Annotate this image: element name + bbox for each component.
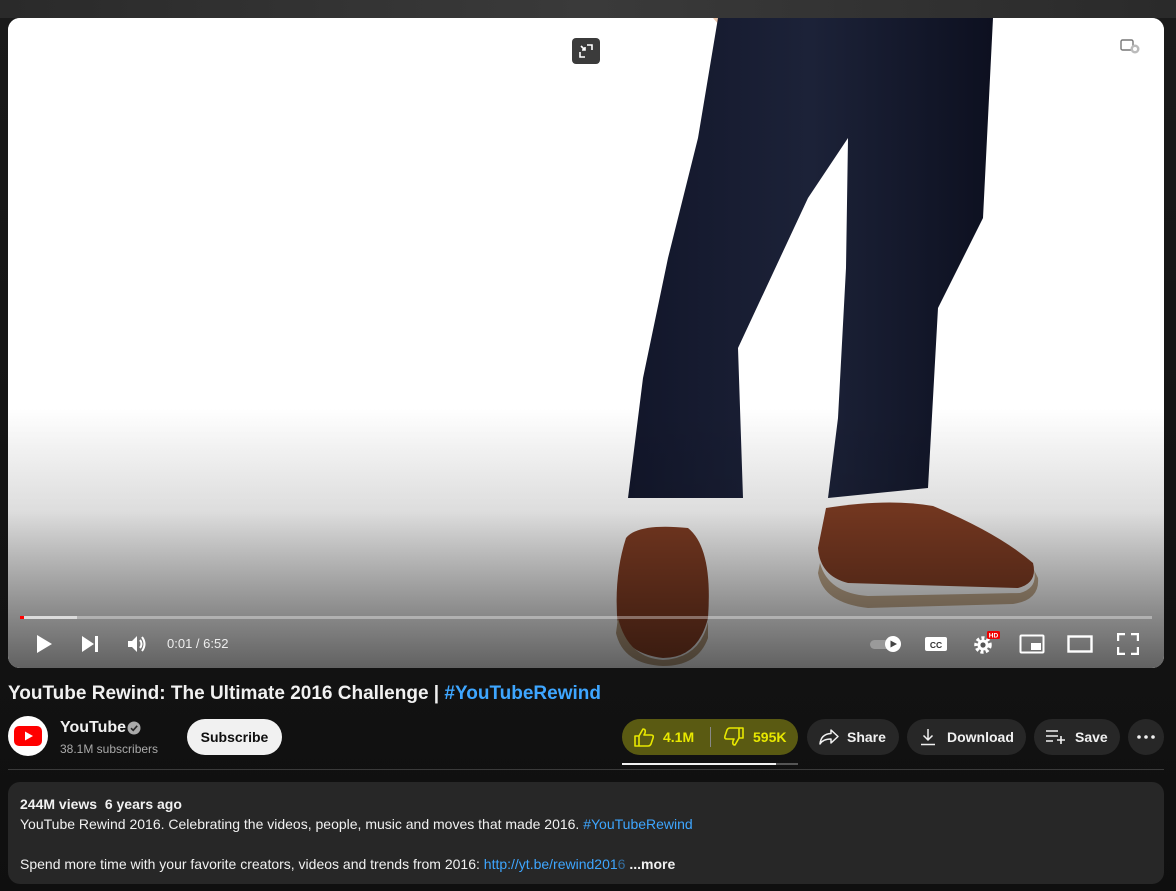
settings-icon: HD: [974, 631, 1000, 654]
hd-badge: HD: [989, 633, 999, 640]
play-button[interactable]: [28, 628, 60, 660]
fullscreen-button[interactable]: [1113, 628, 1143, 660]
verified-badge-icon: [127, 721, 141, 735]
theater-button[interactable]: [1064, 628, 1096, 660]
view-count: 244M views: [20, 796, 98, 812]
video-title-text: YouTube Rewind: The Ultimate 2016 Challe…: [8, 683, 445, 704]
time-separator: /: [192, 636, 204, 651]
captions-icon: CC: [925, 637, 947, 651]
description-url-fade: 6: [617, 856, 626, 872]
share-icon: [819, 729, 839, 745]
section-divider: [8, 769, 1164, 770]
theater-icon: [1067, 635, 1093, 653]
share-button[interactable]: Share: [807, 719, 899, 755]
channel-avatar[interactable]: [8, 716, 48, 756]
save-label: Save: [1075, 729, 1108, 745]
upload-age: 6 years ago: [104, 796, 182, 812]
thumbs-up-icon: [634, 728, 655, 747]
like-dislike-group: 4.1M 595K: [622, 719, 798, 755]
show-more-link[interactable]: ...more: [625, 856, 675, 872]
next-button[interactable]: [76, 628, 104, 660]
current-time: 0:01: [167, 636, 193, 651]
time-display: 0:01 / 6:52: [167, 636, 228, 651]
more-horizontal-icon: [1137, 735, 1155, 739]
video-title: YouTube Rewind: The Ultimate 2016 Challe…: [8, 683, 601, 705]
description-text-2: Spend more time with your favorite creat…: [20, 856, 484, 872]
progress-buffered: [20, 616, 77, 619]
channel-name[interactable]: YouTube: [60, 719, 126, 737]
next-icon: [82, 636, 98, 652]
miniplayer-button[interactable]: [1017, 628, 1047, 660]
dislike-button[interactable]: 595K: [711, 719, 798, 755]
settings-button[interactable]: HD: [970, 628, 1000, 660]
like-count: 4.1M: [663, 729, 695, 745]
youtube-logo-icon: [14, 726, 42, 746]
description-url-link[interactable]: http://yt.be/rewind201: [484, 856, 618, 872]
more-actions-button[interactable]: [1128, 719, 1164, 755]
miniplayer-icon: [1019, 634, 1045, 654]
description-line-1: YouTube Rewind 2016. Celebrating the vid…: [20, 816, 693, 832]
playlist-add-icon: [1046, 730, 1065, 744]
browser-top-band: [0, 0, 1176, 18]
volume-button[interactable]: [122, 628, 152, 660]
subscribe-button[interactable]: Subscribe: [187, 719, 282, 755]
player-controls: 0:01 / 6:52 CC HD: [8, 622, 1164, 666]
description-hashtag-link[interactable]: #YouTubeRewind: [583, 816, 693, 832]
download-label: Download: [947, 729, 1014, 745]
duration: 6:52: [203, 636, 229, 651]
description-box[interactable]: 244M views 6 years ago YouTube Rewind 20…: [8, 782, 1164, 884]
like-ratio-bar: [622, 763, 798, 765]
thumbs-down-icon: [723, 727, 744, 746]
captions-label: CC: [930, 640, 942, 650]
download-icon: [921, 729, 935, 746]
captions-button[interactable]: CC: [921, 628, 951, 660]
like-ratio-fill: [622, 763, 776, 765]
progress-bar[interactable]: [20, 616, 1152, 619]
play-icon: [37, 635, 52, 653]
fullscreen-icon: [1117, 633, 1139, 655]
save-button[interactable]: Save: [1034, 719, 1120, 755]
autoplay-toggle-icon: [870, 636, 901, 652]
description-text-1: YouTube Rewind 2016. Celebrating the vid…: [20, 816, 584, 832]
download-button[interactable]: Download: [907, 719, 1026, 755]
autoplay-toggle[interactable]: [866, 628, 906, 660]
subscriber-count: 38.1M subscribers: [60, 742, 159, 756]
description-line-2: Spend more time with your favorite creat…: [20, 856, 675, 872]
volume-icon: [128, 636, 146, 652]
title-hashtag-link[interactable]: #YouTubeRewind: [444, 683, 601, 704]
cast-icon: [1120, 39, 1140, 54]
share-label: Share: [847, 729, 886, 745]
exit-fullscreen-button[interactable]: [572, 38, 600, 64]
exit-fullscreen-icon: [579, 44, 593, 58]
dislike-count: 595K: [753, 729, 787, 745]
video-player[interactable]: 0:01 / 6:52 CC HD: [8, 18, 1164, 668]
cast-button[interactable]: [1114, 32, 1146, 60]
description-meta: 244M views 6 years ago: [20, 796, 182, 812]
like-button[interactable]: 4.1M: [622, 719, 710, 755]
progress-played: [20, 616, 24, 619]
